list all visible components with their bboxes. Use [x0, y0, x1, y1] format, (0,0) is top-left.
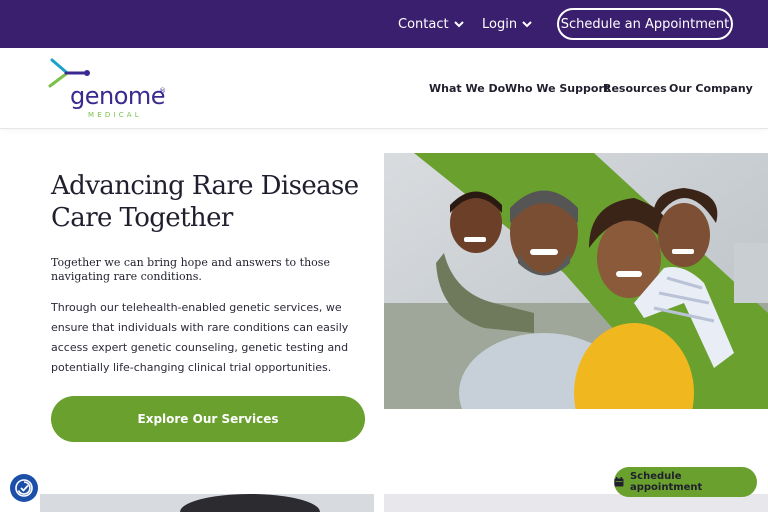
nav-what-we-do[interactable]: What We Do	[429, 48, 505, 129]
section-photo-left	[40, 494, 374, 512]
floating-schedule-button[interactable]: Schedule appointment	[614, 467, 757, 497]
nav-who-we-support[interactable]: Who We Support	[505, 48, 609, 129]
contact-label: Contact	[398, 16, 449, 32]
schedule-appointment-button[interactable]: Schedule an Appointment	[557, 8, 733, 40]
hero-lead: Together we can bring hope and answers t…	[51, 256, 330, 283]
hero-title: Advancing Rare Disease Care Together	[51, 171, 359, 233]
login-label: Login	[482, 16, 518, 32]
hero-family-photo	[384, 153, 768, 409]
nav-resources[interactable]: Resources	[603, 48, 667, 129]
explore-services-button[interactable]: Explore Our Services	[51, 396, 365, 442]
accessibility-icon	[15, 479, 33, 497]
main-header: genome ® MEDICAL What We Do Who We Suppo…	[0, 48, 768, 129]
nav-our-company[interactable]: Our Company	[669, 48, 753, 129]
explore-services-label: Explore Our Services	[137, 412, 279, 426]
section-image-left	[40, 494, 374, 512]
login-menu[interactable]: Login	[482, 0, 533, 48]
chevron-down-icon	[522, 21, 532, 28]
accessibility-button[interactable]	[10, 474, 38, 502]
logo-subtitle: MEDICAL	[88, 111, 142, 119]
logo-wordmark: genome	[70, 82, 166, 110]
logo-registered-mark: ®	[159, 87, 166, 95]
chevron-down-icon	[453, 21, 464, 28]
floating-schedule-label: Schedule appointment	[629, 471, 703, 493]
calendar-icon	[614, 477, 624, 487]
genome-medical-logo[interactable]: genome ® MEDICAL	[48, 58, 178, 120]
family-photo-illustration	[384, 153, 768, 409]
contact-menu[interactable]: Contact	[398, 0, 465, 48]
hero-body: Through our telehealth-enabled genetic s…	[51, 301, 349, 374]
schedule-appointment-label: Schedule an Appointment	[560, 16, 730, 32]
